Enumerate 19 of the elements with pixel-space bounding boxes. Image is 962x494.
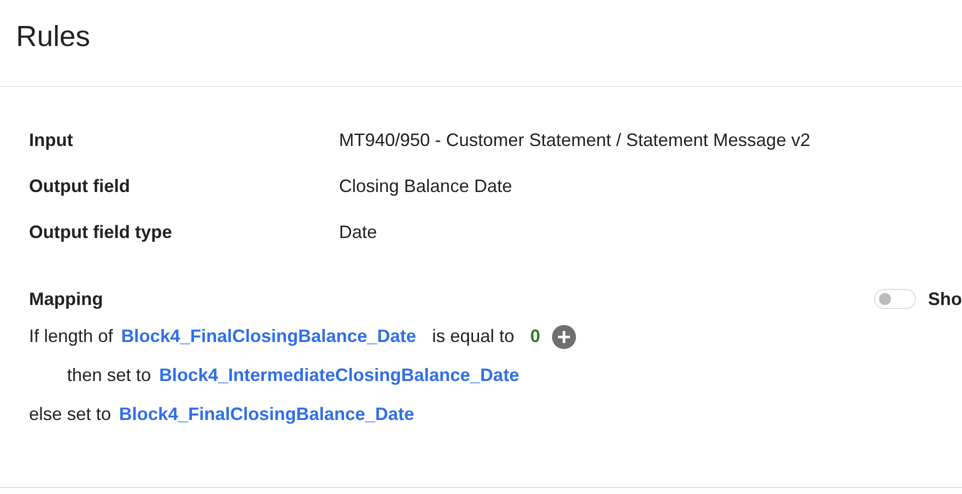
property-label: Output field (29, 176, 131, 196)
rule-text: If length of (29, 326, 114, 347)
toggle-switch[interactable] (874, 289, 916, 309)
add-icon[interactable] (552, 324, 576, 348)
property-label: Input (29, 130, 74, 150)
compare-value[interactable]: 0 (530, 326, 540, 347)
page-title: Rules (16, 20, 90, 54)
section-heading: Mapping (29, 288, 104, 310)
property-label: Output field type (29, 222, 173, 242)
property-value: Closing Balance Date (339, 176, 512, 196)
field-link[interactable]: Block4_FinalClosingBalance_Date (119, 404, 414, 425)
property-value: Date (339, 222, 378, 242)
rule-text: then set to (67, 365, 152, 386)
toggle-label: Sho (928, 288, 962, 310)
rule-text: else set to (29, 404, 112, 425)
operator-text[interactable]: is equal to (432, 326, 514, 347)
property-value: MT940/950 - Customer Statement / Statement Message v2 (339, 130, 810, 150)
field-link[interactable]: Block4_IntermediateClosingBalance_Date (159, 365, 520, 386)
field-link[interactable]: Block4_FinalClosingBalance_Date (121, 326, 416, 347)
